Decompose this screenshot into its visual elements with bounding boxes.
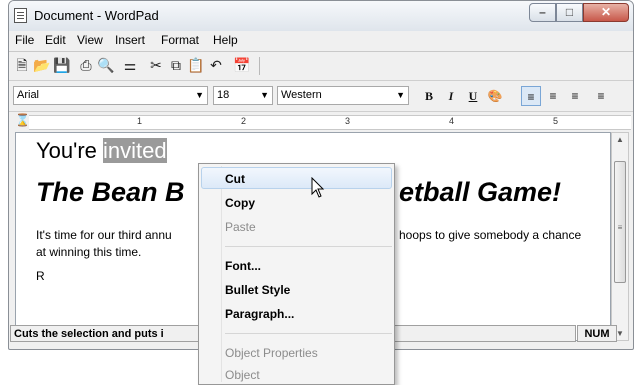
- menu-file[interactable]: File: [15, 33, 34, 47]
- print-icon[interactable]: ⎙: [77, 56, 95, 74]
- menu-help[interactable]: Help: [213, 33, 238, 47]
- font-size-value: 18: [217, 89, 230, 101]
- menu-item-font[interactable]: Font...: [225, 259, 261, 273]
- script-value: Western: [281, 89, 322, 101]
- maximize-icon: □: [565, 5, 574, 19]
- find-icon[interactable]: ⚌: [121, 56, 139, 74]
- scroll-thumb[interactable]: [614, 161, 626, 283]
- menu-item-copy[interactable]: Copy: [225, 196, 255, 210]
- toolbar-separator: [259, 57, 260, 75]
- indent-marker-icon[interactable]: ⌛: [15, 113, 30, 127]
- menu-view[interactable]: View: [77, 33, 103, 47]
- menu-bar: File Edit View Insert Format Help: [9, 31, 633, 52]
- font-name-combo[interactable]: Arial ▼: [13, 86, 208, 105]
- align-center-icon[interactable]: ≡: [543, 86, 563, 106]
- menu-item-paste[interactable]: Paste: [225, 220, 256, 234]
- window-title: Document - WordPad: [34, 8, 159, 23]
- close-icon: ✕: [600, 5, 612, 19]
- doc-heading-left: The Bean B: [36, 177, 185, 207]
- menu-item-cut[interactable]: Cut: [225, 172, 245, 186]
- color-icon[interactable]: 🎨: [485, 86, 505, 106]
- ruler-number: 3: [345, 116, 351, 126]
- doc-heading-right: etball Game!: [399, 177, 562, 207]
- caption-buttons: – □ ✕: [529, 3, 629, 23]
- menu-separator: [225, 333, 392, 334]
- date-time-icon[interactable]: 📅: [233, 56, 251, 74]
- underline-button[interactable]: U: [463, 86, 483, 106]
- menu-item-paragraph[interactable]: Paragraph...: [225, 307, 294, 321]
- chevron-down-icon: ▼: [195, 90, 204, 100]
- copy-icon[interactable]: ⧉: [167, 56, 185, 74]
- format-toolbar: Arial ▼ 18 ▼ Western ▼ B I U 🎨 ≡ ≡ ≡ ≡: [9, 81, 633, 112]
- mouse-pointer-icon: [311, 177, 325, 198]
- align-right-icon[interactable]: ≡: [565, 86, 585, 106]
- close-button[interactable]: ✕: [583, 3, 629, 22]
- selected-text[interactable]: invited: [103, 138, 167, 163]
- menu-edit[interactable]: Edit: [45, 33, 66, 47]
- cut-icon[interactable]: ✂: [147, 56, 165, 74]
- maximize-button[interactable]: □: [556, 3, 583, 22]
- menu-item-object-properties[interactable]: Object Properties: [225, 346, 318, 360]
- save-icon[interactable]: 💾: [53, 56, 71, 74]
- title-bar[interactable]: Document - WordPad – □ ✕: [9, 1, 633, 31]
- doc-para-2: R: [36, 269, 45, 283]
- standard-toolbar: 🗎 📂 💾 ⎙ 🔍 ⚌ ✂ ⧉ 📋 ↶ 📅: [9, 52, 633, 81]
- context-menu: Cut Copy Paste Font... Bullet Style Para…: [198, 163, 395, 385]
- bold-button[interactable]: B: [419, 86, 439, 106]
- doc-para-left: It's time for our third annu: [36, 228, 172, 242]
- chevron-down-icon: ▼: [260, 90, 269, 100]
- script-combo[interactable]: Western ▼: [277, 86, 409, 105]
- align-left-icon[interactable]: ≡: [521, 86, 541, 106]
- open-icon[interactable]: 📂: [33, 56, 51, 74]
- menu-item-object[interactable]: Object: [225, 368, 260, 382]
- menu-format[interactable]: Format: [161, 33, 199, 47]
- chevron-down-icon: ▼: [396, 90, 405, 100]
- menu-gutter: [221, 166, 222, 382]
- menu-insert[interactable]: Insert: [115, 33, 145, 47]
- ruler-number: 2: [241, 116, 247, 126]
- wordpad-app-icon[interactable]: [14, 8, 27, 23]
- num-lock-indicator: NUM: [577, 325, 617, 342]
- ruler-number: 4: [449, 116, 455, 126]
- font-size-combo[interactable]: 18 ▼: [213, 86, 273, 105]
- paste-icon[interactable]: 📋: [187, 56, 205, 74]
- ruler[interactable]: 1 2 3 4 5 ⌛: [9, 112, 633, 132]
- minimize-button[interactable]: –: [529, 3, 556, 22]
- doc-text: You're: [36, 138, 103, 163]
- vertical-scrollbar[interactable]: ▲ ≡ ▼: [611, 132, 629, 341]
- undo-icon[interactable]: ↶: [207, 56, 225, 74]
- grip-icon: ≡: [617, 223, 623, 232]
- doc-para-line-2: at winning this time.: [36, 245, 142, 259]
- new-icon[interactable]: 🗎: [13, 56, 31, 74]
- menu-item-bullet-style[interactable]: Bullet Style: [225, 283, 290, 297]
- menu-separator: [225, 246, 392, 247]
- scroll-up-icon[interactable]: ▲: [612, 135, 628, 144]
- bullets-icon[interactable]: ≡: [591, 86, 611, 106]
- minimize-icon: –: [539, 5, 546, 19]
- ruler-number: 5: [553, 116, 559, 126]
- doc-line-1: You're invited: [36, 138, 167, 164]
- italic-button[interactable]: I: [441, 86, 461, 106]
- print-preview-icon[interactable]: 🔍: [97, 56, 115, 74]
- ruler-band: 1 2 3 4 5: [29, 115, 631, 130]
- font-name-value: Arial: [17, 89, 40, 101]
- ruler-number: 1: [137, 116, 143, 126]
- doc-para-right: hoops to give somebody a chance: [399, 228, 582, 242]
